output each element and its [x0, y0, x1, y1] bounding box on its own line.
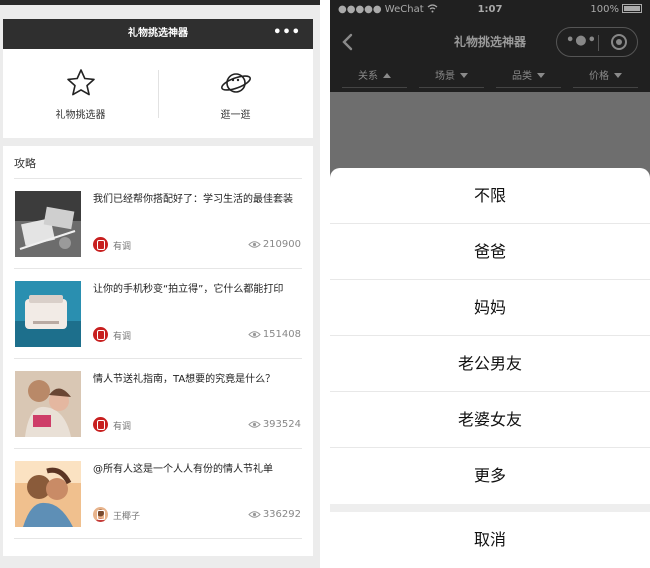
capsule-divider — [598, 35, 599, 51]
view-count-value: 151408 — [262, 329, 301, 340]
view-count: 336292 — [248, 509, 301, 520]
view-count: 393524 — [248, 419, 301, 430]
article-thumbnail — [15, 191, 81, 257]
author-name: 有调 — [113, 422, 132, 432]
screenshot-root: 礼物挑选神器 ••• 礼物挑选器 逛一逛 攻略 我们已经帮你搭配好了：学习生活的… — [0, 0, 650, 568]
caret-up-icon — [383, 73, 391, 78]
article-item[interactable]: 让你的手机秒变“拍立得”，它什么都能打印 有调 151408 — [14, 269, 302, 359]
view-count: 151408 — [248, 329, 301, 340]
author-avatar — [93, 507, 108, 522]
more-dots-icon[interactable]: •●• — [566, 33, 597, 48]
battery-icon — [622, 4, 642, 13]
eye-icon — [248, 421, 261, 428]
panel-gap — [320, 0, 330, 568]
battery-indicator: 100% — [590, 4, 642, 15]
section-title: 攻略 — [14, 157, 36, 170]
article-item[interactable]: @所有人这是一个人人有份的情人节礼单 王椰子 336292 — [14, 449, 302, 539]
caret-down-icon — [460, 73, 468, 78]
cancel-button[interactable]: 取消 — [330, 512, 650, 568]
eye-icon — [248, 241, 261, 248]
browse-button[interactable]: 逛一逛 — [158, 49, 313, 138]
mini-program-capsule: •●• — [556, 27, 638, 57]
title-bar: 礼物挑选神器 ••• — [3, 19, 313, 49]
navigation-bar: 礼物挑选神器 •●• — [330, 22, 650, 62]
caret-down-icon — [614, 73, 622, 78]
gift-picker-label: 礼物挑选器 — [55, 110, 106, 121]
eye-icon — [248, 511, 261, 518]
option-wife-girlfriend[interactable]: 老婆女友 — [330, 392, 650, 448]
filter-occasion[interactable]: 场景 — [413, 62, 490, 92]
author-avatar — [93, 417, 108, 432]
tools-row: 礼物挑选器 逛一逛 — [3, 49, 313, 138]
top-strip — [0, 0, 320, 5]
view-count-value: 210900 — [262, 239, 301, 250]
view-count-value: 393524 — [262, 419, 301, 430]
close-target-icon[interactable] — [611, 34, 627, 50]
author-avatar — [93, 327, 108, 342]
filter-relationship[interactable]: 关系 — [336, 62, 413, 92]
filter-tabs: 关系 场景 品类 价格 — [330, 62, 650, 92]
window-title: 礼物挑选神器 — [128, 28, 188, 39]
article-title: 情人节送礼指南，TA想要的究竟是什么？ — [93, 374, 276, 385]
eye-icon — [248, 331, 261, 338]
article-thumbnail — [15, 461, 81, 527]
gift-picker-button[interactable]: 礼物挑选器 — [3, 49, 158, 138]
browse-label: 逛一逛 — [220, 110, 251, 121]
view-count: 210900 — [248, 239, 301, 250]
right-phone-screen: ●●●●● WeChat 1:07 100% 礼物挑选神器 •●• 关系 场景 … — [330, 0, 650, 568]
option-dad[interactable]: 爸爸 — [330, 224, 650, 280]
author-name: 王椰子 — [113, 512, 141, 522]
action-sheet: 不限 爸爸 妈妈 老公男友 老婆女友 更多 取消 — [330, 168, 650, 568]
article-title: @所有人这是一个人人有份的情人节礼单 — [93, 464, 273, 475]
filter-price[interactable]: 价格 — [567, 62, 644, 92]
more-dots-icon[interactable]: ••• — [273, 19, 301, 47]
article-item[interactable]: 我们已经帮你搭配好了：学习生活的最佳套装 有调 210900 — [14, 179, 302, 269]
view-count-value: 336292 — [262, 509, 301, 520]
planet-icon — [220, 73, 251, 93]
author-avatar — [93, 237, 108, 252]
caret-down-icon — [537, 73, 545, 78]
status-bar: ●●●●● WeChat 1:07 100% — [330, 0, 650, 22]
left-phone-screen: 礼物挑选神器 ••• 礼物挑选器 逛一逛 攻略 我们已经帮你搭配好了：学习生活的… — [0, 0, 320, 568]
option-unlimited[interactable]: 不限 — [330, 168, 650, 224]
option-mom[interactable]: 妈妈 — [330, 280, 650, 336]
article-item[interactable]: 情人节送礼指南，TA想要的究竟是什么？ 有调 393524 — [14, 359, 302, 449]
article-thumbnail — [15, 371, 81, 437]
author-name: 有调 — [113, 242, 132, 252]
option-more[interactable]: 更多 — [330, 448, 650, 504]
sheet-separator — [330, 504, 650, 512]
article-thumbnail — [15, 281, 81, 347]
option-husband-boyfriend[interactable]: 老公男友 — [330, 336, 650, 392]
article-title: 让你的手机秒变“拍立得”，它什么都能打印 — [93, 284, 284, 295]
author-name: 有调 — [113, 332, 132, 342]
article-title: 我们已经帮你搭配好了：学习生活的最佳套装 — [93, 194, 293, 205]
star-icon — [66, 69, 95, 96]
filter-category[interactable]: 品类 — [490, 62, 567, 92]
guides-section: 攻略 我们已经帮你搭配好了：学习生活的最佳套装 有调 210900 让你的手机秒… — [3, 146, 313, 556]
